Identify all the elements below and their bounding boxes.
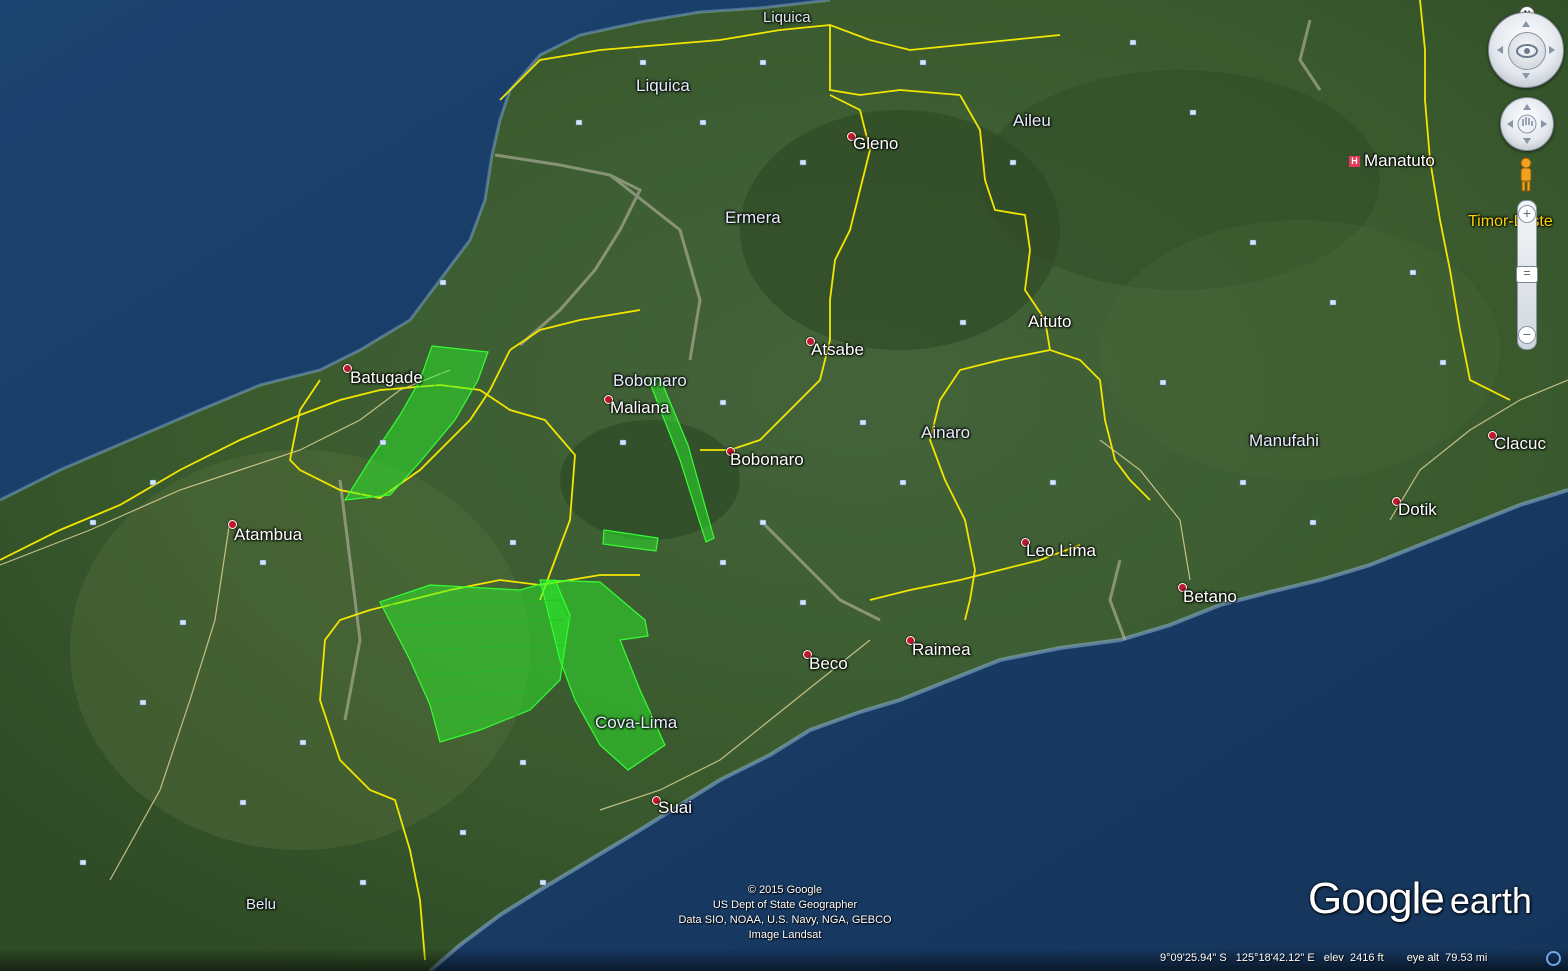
label-suai: Suai bbox=[658, 798, 693, 817]
latitude-readout: 9°09'25.94" S bbox=[1160, 952, 1227, 964]
eye-alt-readout: 79.53 mi bbox=[1445, 952, 1488, 964]
label-liquica-town: Liquica bbox=[763, 9, 811, 26]
attribution-line: Image Landsat bbox=[748, 929, 822, 941]
photo-marker bbox=[1309, 519, 1317, 526]
label-leo-lima: Leo Lima bbox=[1026, 541, 1096, 560]
eye-alt-label: eye alt bbox=[1406, 952, 1440, 964]
photo-marker bbox=[379, 439, 387, 446]
pegman-icon bbox=[1520, 157, 1532, 192]
logo-google: Google bbox=[1308, 874, 1445, 923]
photo-marker bbox=[439, 279, 447, 286]
photo-marker bbox=[299, 739, 307, 746]
attribution-line: Data SIO, NOAA, U.S. Navy, NGA, GEBCO bbox=[678, 914, 892, 926]
label-liquica-district: Liquica bbox=[636, 76, 690, 95]
photo-marker bbox=[859, 419, 867, 426]
attribution: © 2015 Google US Dept of State Geographe… bbox=[640, 883, 930, 943]
label-maliana: Maliana bbox=[610, 398, 670, 417]
photo-marker bbox=[1239, 479, 1247, 486]
label-bobonaro-district: Bobonaro bbox=[613, 371, 687, 390]
hospital-icon[interactable]: H bbox=[1349, 156, 1360, 167]
label-gleno: Gleno bbox=[853, 134, 899, 153]
move-control[interactable] bbox=[1500, 97, 1554, 151]
google-earth-logo: Google earth bbox=[1308, 874, 1532, 924]
photo-marker bbox=[259, 559, 267, 566]
attribution-line: US Dept of State Geographer bbox=[712, 899, 858, 911]
elevation-readout: 2416 ft bbox=[1349, 952, 1384, 964]
hand-icon bbox=[1507, 104, 1547, 144]
label-bobonaro-town: Bobonaro bbox=[730, 450, 804, 469]
photo-marker bbox=[1439, 359, 1447, 366]
photo-marker bbox=[239, 799, 247, 806]
label-betano: Betano bbox=[1183, 587, 1237, 606]
photo-marker bbox=[719, 399, 727, 406]
satellite-map[interactable] bbox=[0, 0, 1568, 971]
photo-marker bbox=[575, 119, 583, 126]
photo-marker bbox=[759, 59, 767, 66]
photo-marker bbox=[699, 119, 707, 126]
photo-marker bbox=[519, 759, 527, 766]
photo-marker bbox=[799, 159, 807, 166]
photo-marker bbox=[919, 59, 927, 66]
photo-marker bbox=[1329, 299, 1337, 306]
label-manatuto: Manatuto bbox=[1364, 151, 1435, 170]
zoom-in-button[interactable]: + bbox=[1518, 205, 1536, 223]
label-atambua: Atambua bbox=[234, 525, 303, 544]
label-raimea: Raimea bbox=[912, 640, 971, 659]
photo-marker bbox=[959, 319, 967, 326]
label-ainaro: Ainaro bbox=[921, 423, 971, 442]
photo-marker bbox=[1409, 269, 1417, 276]
photo-marker bbox=[759, 519, 767, 526]
label-batugade: Batugade bbox=[350, 368, 423, 387]
photo-marker bbox=[139, 699, 147, 706]
photo-marker bbox=[179, 619, 187, 626]
zoom-out-button[interactable]: − bbox=[1518, 326, 1536, 344]
look-arrows-icon bbox=[1497, 21, 1555, 79]
elevation-label: elev bbox=[1323, 952, 1344, 964]
photo-marker bbox=[539, 879, 547, 886]
photo-marker bbox=[1189, 109, 1197, 116]
photo-marker bbox=[79, 859, 87, 866]
photo-marker bbox=[509, 539, 517, 546]
status-readout: 9°09'25.94" S 125°18'42.12" E elev 2416 … bbox=[1160, 952, 1493, 964]
photo-marker bbox=[359, 879, 367, 886]
label-ermera: Ermera bbox=[725, 208, 781, 227]
label-dotik: Dotik bbox=[1398, 500, 1437, 519]
look-control[interactable] bbox=[1488, 12, 1564, 88]
photo-marker bbox=[149, 479, 157, 486]
photo-marker bbox=[619, 439, 627, 446]
label-clacuc: Clacuc bbox=[1494, 434, 1546, 453]
label-aileu: Aileu bbox=[1013, 111, 1051, 130]
photo-marker bbox=[1249, 239, 1257, 246]
photo-marker bbox=[639, 59, 647, 66]
photo-marker bbox=[459, 829, 467, 836]
label-beco: Beco bbox=[809, 654, 848, 673]
mountain-shade bbox=[560, 420, 740, 540]
label-aituto: Aituto bbox=[1028, 312, 1072, 331]
attribution-line: © 2015 Google bbox=[747, 884, 823, 896]
streaming-indicator-icon bbox=[1546, 951, 1561, 966]
logo-earth: earth bbox=[1449, 880, 1532, 921]
photo-marker bbox=[1159, 379, 1167, 386]
map-viewport[interactable]: H Liquica Liquica Aileu Gleno Ermera Man… bbox=[0, 0, 1568, 971]
photo-marker bbox=[1049, 479, 1057, 486]
zoom-slider-handle[interactable]: = bbox=[1516, 266, 1538, 283]
photo-marker bbox=[719, 559, 727, 566]
street-view-pegman[interactable] bbox=[1516, 156, 1536, 194]
photo-marker bbox=[1009, 159, 1017, 166]
photo-marker bbox=[799, 599, 807, 606]
label-belu: Belu bbox=[246, 896, 277, 913]
longitude-readout: 125°18'42.12" E bbox=[1235, 952, 1315, 964]
photo-marker bbox=[899, 479, 907, 486]
label-timor-leste: Timor-Leste bbox=[1468, 213, 1553, 230]
label-manufahi: Manufahi bbox=[1249, 431, 1319, 450]
photo-marker bbox=[1129, 39, 1137, 46]
label-cova-lima: Cova-Lima bbox=[595, 713, 678, 732]
label-atsabe: Atsabe bbox=[811, 340, 864, 359]
photo-marker bbox=[89, 519, 97, 526]
